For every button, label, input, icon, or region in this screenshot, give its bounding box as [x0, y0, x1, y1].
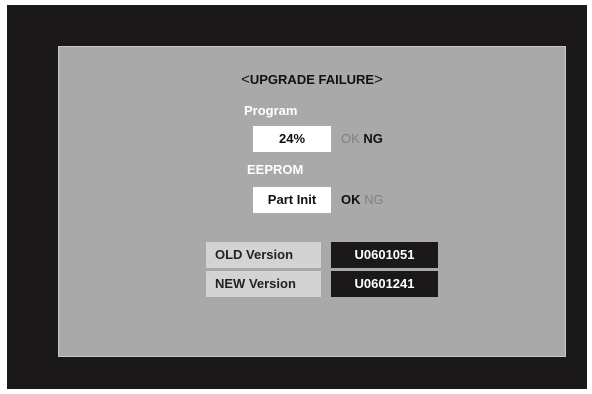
program-progress-value: 24% [253, 126, 331, 152]
tv-screen: <UPGRADE FAILURE> Program 24% OK NG EEPR… [7, 5, 587, 389]
title-left-bracket: < [241, 71, 250, 88]
eeprom-ng-indicator: NG [364, 192, 384, 207]
title-right-bracket: > [374, 71, 383, 88]
old-version-label: OLD Version [206, 242, 321, 268]
program-label: Program [244, 103, 298, 118]
page-title: <UPGRADE FAILURE> [59, 71, 565, 88]
program-ok-ng-status: OK NG [341, 126, 383, 152]
eeprom-ok-indicator: OK [341, 192, 361, 207]
new-version-label: NEW Version [206, 271, 321, 297]
program-ng-indicator: NG [363, 131, 383, 146]
new-version-value: U0601241 [331, 271, 438, 297]
eeprom-label: EEPROM [247, 162, 304, 177]
program-ok-indicator: OK [341, 131, 360, 146]
eeprom-ok-ng-status: OK NG [341, 187, 384, 213]
upgrade-status-panel: <UPGRADE FAILURE> Program 24% OK NG EEPR… [58, 46, 566, 357]
eeprom-status-value: Part Init [253, 187, 331, 213]
title-text: UPGRADE FAILURE [249, 72, 375, 87]
old-version-value: U0601051 [331, 242, 438, 268]
